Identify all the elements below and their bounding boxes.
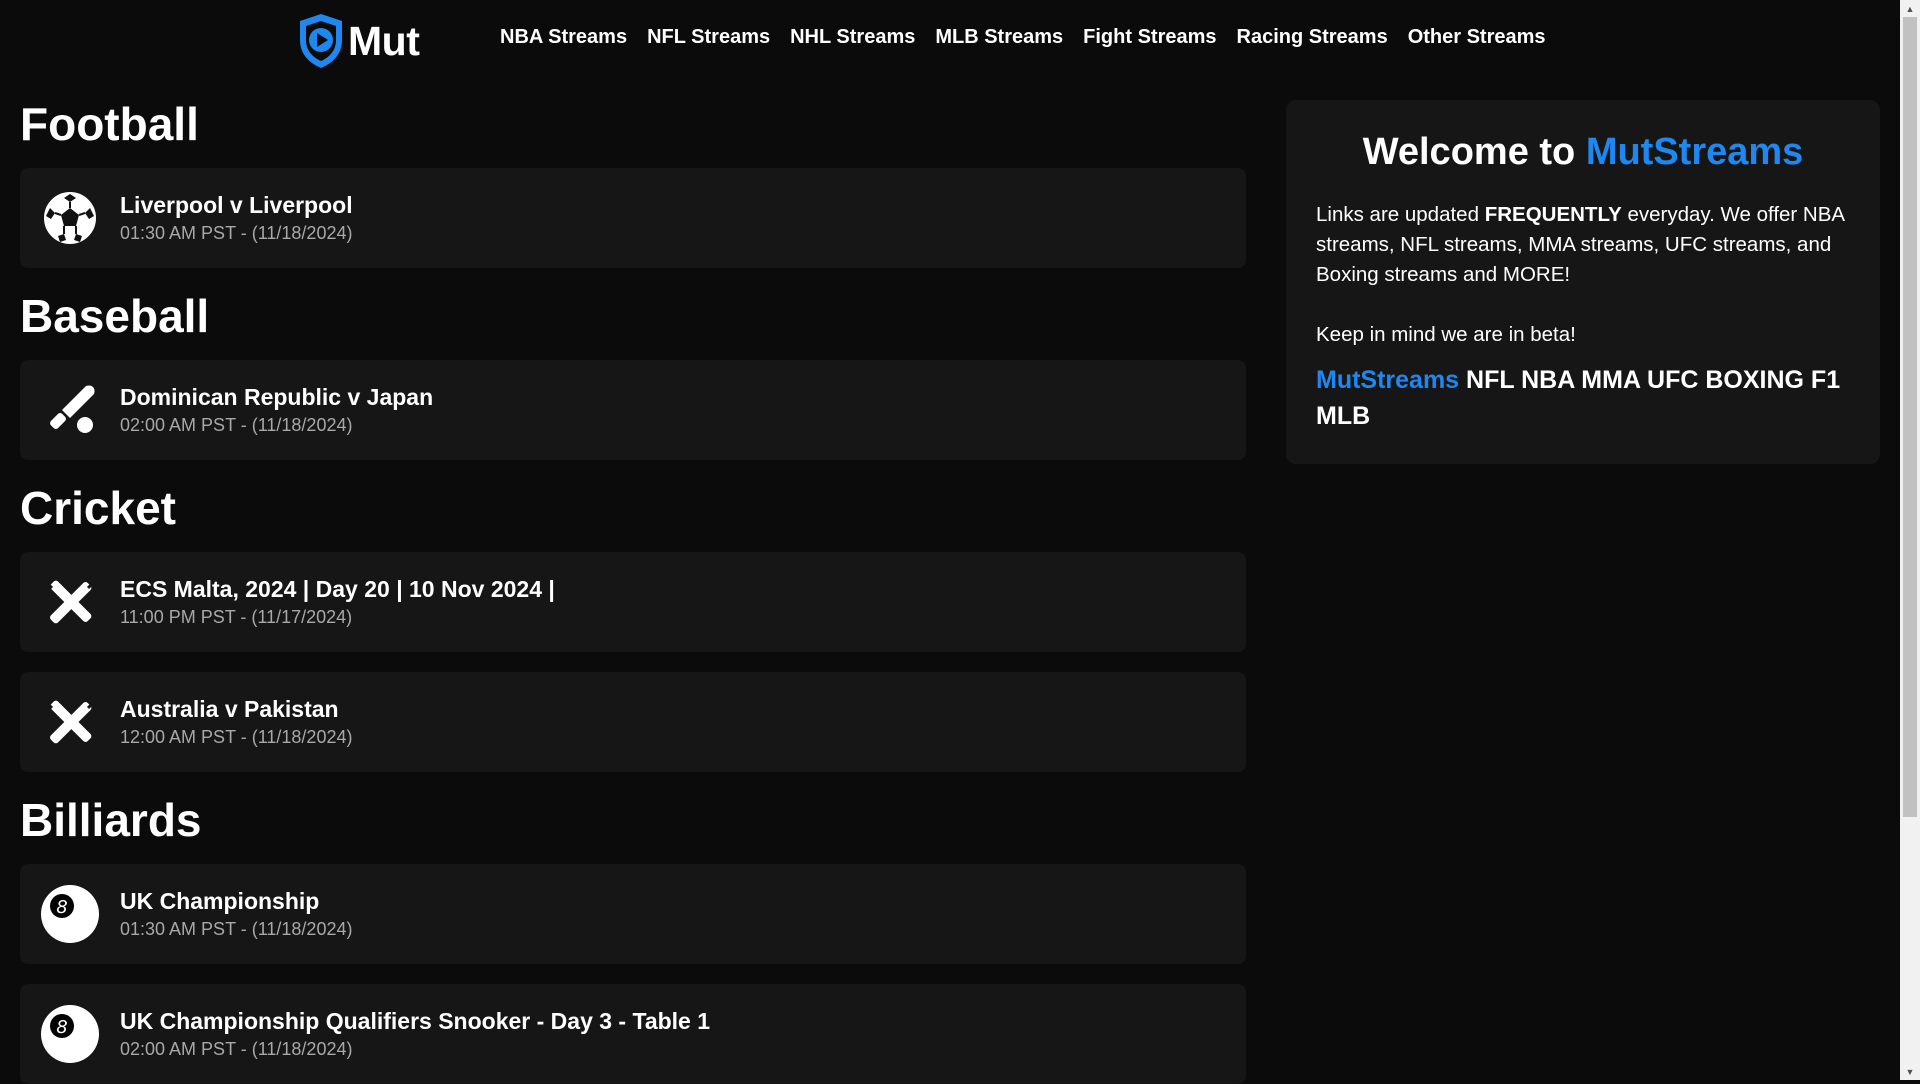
- section-baseball: Baseball Dominican Republic v Japan 02:0…: [20, 288, 1246, 460]
- event-text: Dominican Republic v Japan 02:00 AM PST …: [120, 382, 433, 438]
- logo-text: Mut: [348, 17, 420, 64]
- site-logo[interactable]: Mut: [296, 12, 420, 70]
- welcome-heading: Welcome to MutStreams: [1316, 128, 1850, 176]
- soccer-ball-icon: [40, 188, 100, 248]
- event-time: 01:30 AM PST - (11/18/2024): [120, 223, 353, 243]
- event-text: Australia v Pakistan 12:00 AM PST - (11/…: [120, 694, 352, 750]
- svg-text:8: 8: [56, 897, 67, 918]
- cricket-bats-icon: [40, 692, 100, 752]
- event-card[interactable]: 8 UK Championship 01:30 AM PST - (11/18/…: [20, 864, 1246, 964]
- event-name: Dominican Republic v Japan: [120, 384, 434, 410]
- event-card[interactable]: 8 UK Championship Qualifiers Snooker - D…: [20, 984, 1246, 1084]
- event-time: 01:30 AM PST - (11/18/2024): [120, 919, 353, 939]
- svg-text:8: 8: [56, 1017, 67, 1038]
- nav-nfl-streams[interactable]: NFL Streams: [647, 26, 770, 49]
- section-title: Baseball: [20, 290, 210, 342]
- event-text: UK Championship 01:30 AM PST - (11/18/20…: [120, 886, 352, 942]
- welcome-description: Links are updated FREQUENTLY everyday. W…: [1316, 200, 1850, 290]
- vertical-scrollbar[interactable]: ▲ ▼: [1900, 0, 1920, 1080]
- event-name: UK Championship Qualifiers Snooker - Day…: [120, 1008, 711, 1034]
- nav-nba-streams[interactable]: NBA Streams: [500, 26, 627, 49]
- events-list: Football Liverpool v Liverpool 01:30 AM …: [20, 96, 1246, 1084]
- eight-ball-icon: 8: [40, 1004, 100, 1064]
- nav-other-streams[interactable]: Other Streams: [1408, 26, 1546, 49]
- welcome-brand: MutStreams: [1585, 131, 1804, 173]
- event-time: 02:00 AM PST - (11/18/2024): [120, 415, 353, 435]
- event-text: ECS Malta, 2024 | Day 20 | 10 Nov 2024 |…: [120, 574, 555, 630]
- main-nav: NBA Streams NFL Streams NHL Streams MLB …: [500, 26, 1546, 49]
- sports-tags: MutStreams NFL NBA MMA UFC BOXING F1 MLB: [1316, 362, 1850, 434]
- desc-bold: FREQUENTLY: [1484, 203, 1622, 226]
- scroll-up-arrow-icon[interactable]: ▲: [1900, 0, 1920, 17]
- welcome-prefix: Welcome to: [1362, 131, 1586, 173]
- event-time: 02:00 AM PST - (11/18/2024): [120, 1039, 353, 1059]
- event-text: UK Championship Qualifiers Snooker - Day…: [120, 1006, 710, 1062]
- top-navigation: Mut NBA Streams NFL Streams NHL Streams …: [0, 0, 1900, 80]
- section-title: Billiards: [20, 794, 202, 846]
- brand-link[interactable]: MutStreams: [1316, 366, 1459, 394]
- welcome-panel: Welcome to MutStreams Links are updated …: [1286, 100, 1880, 464]
- section-cricket: Cricket ECS Malta, 2024 | Day 20 | 10 No…: [20, 480, 1246, 772]
- shield-play-icon: [300, 14, 342, 68]
- section-billiards: Billiards 8 UK Championship 01:30 AM PST…: [20, 792, 1246, 1084]
- event-card[interactable]: ECS Malta, 2024 | Day 20 | 10 Nov 2024 |…: [20, 552, 1246, 652]
- nav-fight-streams[interactable]: Fight Streams: [1083, 26, 1216, 49]
- section-title: Cricket: [20, 482, 176, 534]
- event-text: Liverpool v Liverpool 01:30 AM PST - (11…: [120, 190, 353, 246]
- event-card[interactable]: Liverpool v Liverpool 01:30 AM PST - (11…: [20, 168, 1246, 268]
- eight-ball-icon: 8: [40, 884, 100, 944]
- nav-racing-streams[interactable]: Racing Streams: [1237, 26, 1388, 49]
- desc-prefix: Links are updated: [1316, 203, 1485, 226]
- event-card[interactable]: Dominican Republic v Japan 02:00 AM PST …: [20, 360, 1246, 460]
- baseball-bat-icon: [40, 380, 100, 440]
- event-name: UK Championship: [120, 888, 320, 914]
- section-title: Football: [20, 98, 199, 150]
- nav-mlb-streams[interactable]: MLB Streams: [935, 26, 1063, 49]
- event-name: Liverpool v Liverpool: [120, 192, 353, 218]
- event-name: ECS Malta, 2024 | Day 20 | 10 Nov 2024 |: [120, 576, 555, 602]
- event-name: Australia v Pakistan: [120, 696, 339, 722]
- event-time: 11:00 PM PST - (11/17/2024): [120, 607, 353, 627]
- scroll-down-arrow-icon[interactable]: ▼: [1900, 1063, 1920, 1080]
- event-card[interactable]: Australia v Pakistan 12:00 AM PST - (11/…: [20, 672, 1246, 772]
- section-football: Football Liverpool v Liverpool 01:30 AM …: [20, 96, 1246, 268]
- cricket-bats-icon: [40, 572, 100, 632]
- beta-notice: Keep in mind we are in beta!: [1316, 323, 1576, 346]
- event-time: 12:00 AM PST - (11/18/2024): [120, 727, 353, 747]
- scrollbar-thumb[interactable]: [1903, 17, 1917, 817]
- nav-nhl-streams[interactable]: NHL Streams: [790, 26, 915, 49]
